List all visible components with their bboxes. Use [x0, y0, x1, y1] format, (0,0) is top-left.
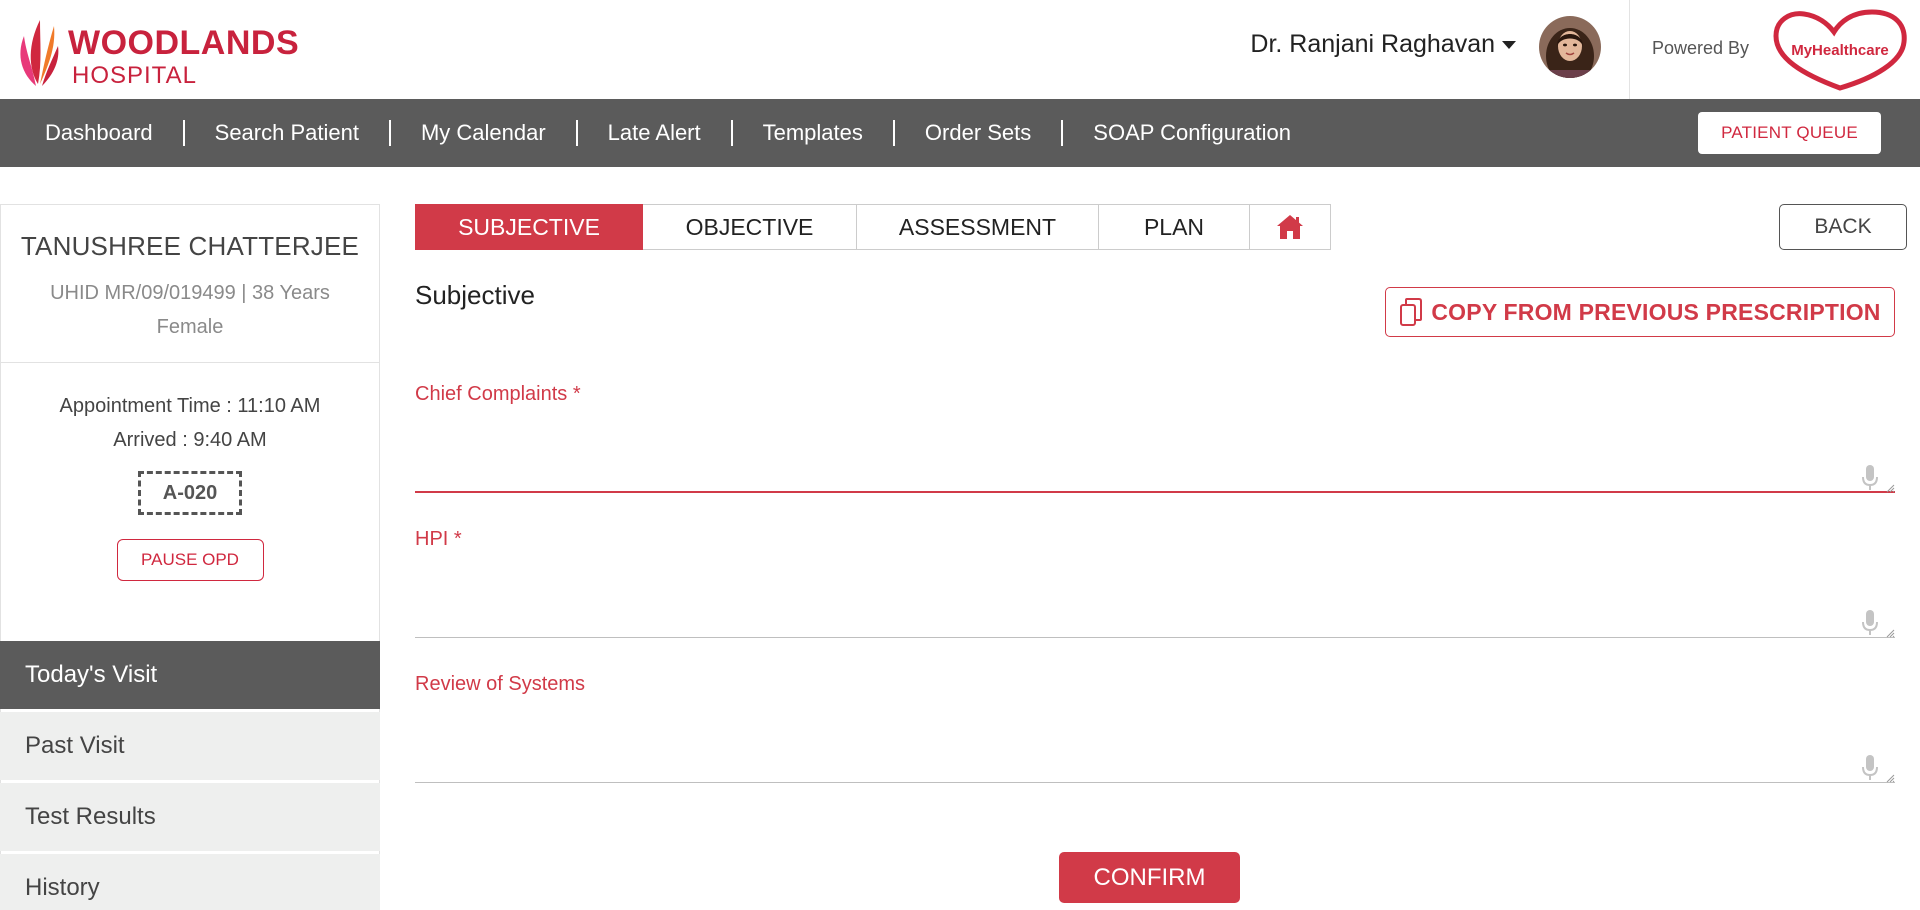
sidebar-item-test-results[interactable]: Test Results — [0, 783, 380, 851]
nav-soap-configuration[interactable]: SOAP Configuration — [1063, 120, 1321, 146]
woodlands-leaf-icon — [20, 20, 59, 86]
patient-name: TANUSHREE CHATTERJEE — [20, 231, 360, 261]
hpi-label: HPI * — [415, 528, 462, 550]
tab-objective[interactable]: OBJECTIVE — [643, 204, 857, 250]
myhealthcare-logo: MyHealthcare — [1773, 9, 1907, 91]
appointment-info: Appointment Time : 11:10 AM Arrived : 9:… — [1, 389, 379, 457]
patient-gender: Female — [156, 316, 224, 338]
sidebar-divider — [1, 362, 379, 363]
nav-dashboard[interactable]: Dashboard — [0, 120, 185, 146]
chief-complaints-label: Chief Complaints * — [415, 383, 581, 405]
chevron-down-icon[interactable] — [1502, 40, 1516, 49]
avatar[interactable] — [1539, 16, 1601, 78]
user-name: Dr. Ranjani Raghavan — [1250, 30, 1495, 58]
home-icon — [1277, 215, 1303, 239]
main-nav: Dashboard Search Patient My Calendar Lat… — [0, 99, 1920, 167]
copy-button-label: COPY FROM PREVIOUS PRESCRIPTION — [1431, 298, 1881, 325]
tab-plan[interactable]: PLAN — [1099, 204, 1250, 250]
back-button[interactable]: BACK — [1779, 204, 1907, 250]
microphone-icon[interactable] — [1859, 463, 1881, 493]
woodlands-logo[interactable]: WOODLANDS HOSPITAL — [14, 12, 299, 88]
soap-tabs: SUBJECTIVE OBJECTIVE ASSESSMENT PLAN — [415, 204, 1331, 250]
resize-grip-icon[interactable] — [1885, 483, 1895, 493]
nav-templates[interactable]: Templates — [733, 120, 895, 146]
partner-logo-text: MyHealthcare — [1791, 42, 1889, 59]
app-header: WOODLANDS HOSPITAL Dr. Ranjani Raghavan … — [0, 0, 1920, 99]
patient-meta: UHID MR/09/019499 | 38 Years Female — [1, 276, 379, 344]
header-divider — [1629, 0, 1630, 99]
hpi-input[interactable] — [415, 562, 1895, 638]
logo-subtitle: HOSPITAL — [72, 62, 197, 89]
sidebar-item-todays-visit[interactable]: Today's Visit — [0, 641, 380, 709]
review-of-systems-field: Review of Systems — [415, 673, 1895, 785]
token-number: A-020 — [138, 471, 242, 515]
user-menu[interactable]: Dr. Ranjani Raghavan — [1250, 30, 1516, 59]
pause-opd-button[interactable]: PAUSE OPD — [116, 539, 264, 581]
microphone-icon[interactable] — [1859, 608, 1881, 638]
patient-sidebar: TANUSHREE CHATTERJEE UHID MR/09/019499 |… — [0, 204, 380, 910]
arrived-time: Arrived : 9:40 AM — [113, 429, 267, 451]
hpi-field: HPI * — [415, 528, 1895, 640]
microphone-icon[interactable] — [1859, 753, 1881, 783]
tab-assessment[interactable]: ASSESSMENT — [857, 204, 1099, 250]
nav-search-patient[interactable]: Search Patient — [185, 120, 391, 146]
tab-subjective[interactable]: SUBJECTIVE — [415, 204, 643, 250]
copy-icon — [1400, 298, 1423, 326]
powered-by-label: Powered By — [1652, 38, 1750, 58]
patient-uhid-age: UHID MR/09/019499 | 38 Years — [50, 282, 330, 304]
appointment-time: Appointment Time : 11:10 AM — [59, 395, 321, 417]
tab-home[interactable] — [1250, 204, 1331, 250]
copy-from-previous-prescription-button[interactable]: COPY FROM PREVIOUS PRESCRIPTION — [1385, 287, 1895, 337]
section-title: Subjective — [415, 280, 535, 310]
sidebar-item-history[interactable]: History — [0, 854, 380, 910]
sidebar-item-past-visit[interactable]: Past Visit — [0, 712, 380, 780]
review-of-systems-input[interactable] — [415, 707, 1895, 783]
chief-complaints-field: Chief Complaints * — [415, 383, 1895, 495]
resize-grip-icon[interactable] — [1885, 628, 1895, 638]
patient-queue-button[interactable]: PATIENT QUEUE — [1698, 112, 1881, 154]
sidebar-menu: Today's Visit Past Visit Test Results Hi… — [0, 641, 380, 910]
logo-title: WOODLANDS — [68, 24, 300, 62]
resize-grip-icon[interactable] — [1885, 773, 1895, 783]
confirm-button[interactable]: CONFIRM — [1059, 852, 1240, 903]
nav-late-alert[interactable]: Late Alert — [578, 120, 733, 146]
chief-complaints-input[interactable] — [415, 417, 1895, 493]
nav-order-sets[interactable]: Order Sets — [895, 120, 1064, 146]
review-of-systems-label: Review of Systems — [415, 673, 586, 695]
nav-my-calendar[interactable]: My Calendar — [391, 120, 578, 146]
